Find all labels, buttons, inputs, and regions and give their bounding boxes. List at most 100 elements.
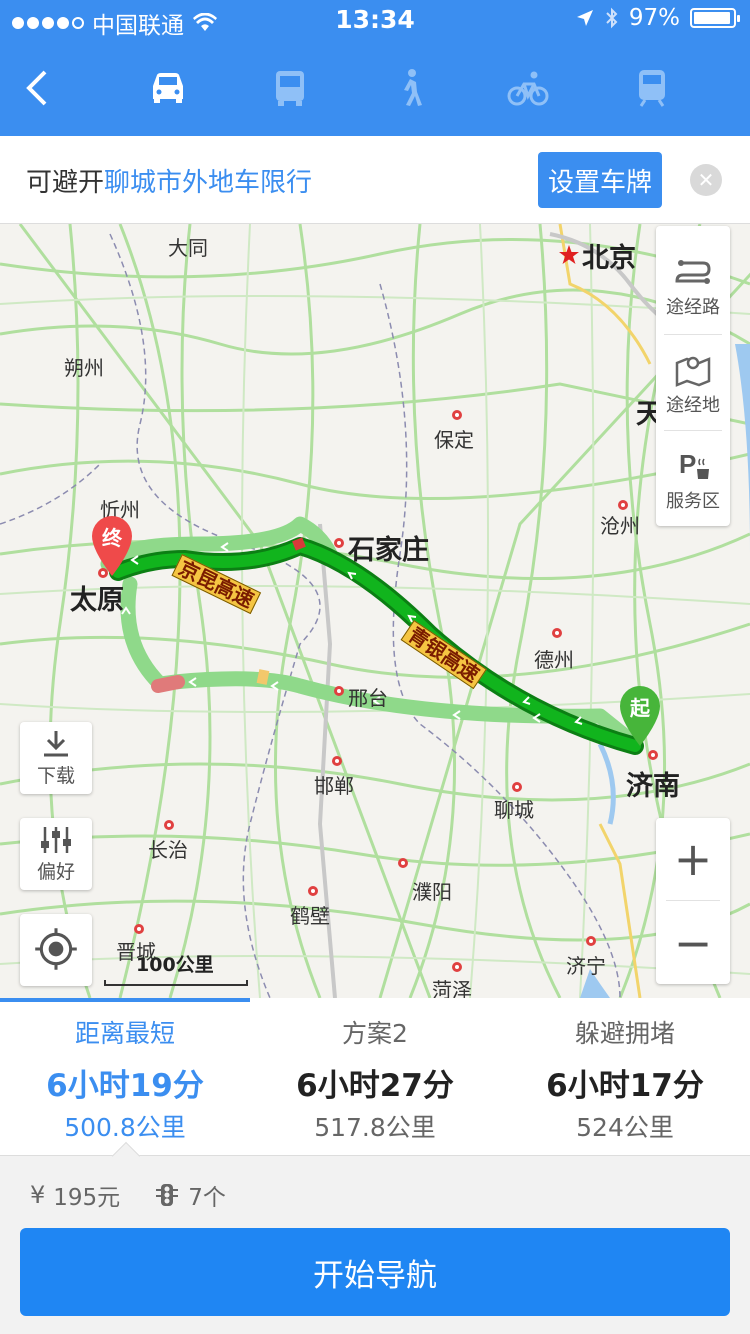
location-arrow-icon (576, 10, 593, 26)
zoom-control: + − (656, 818, 730, 984)
city-dot (334, 686, 344, 696)
route-name: 距离最短 (74, 1019, 175, 1048)
close-banner-button[interactable]: ✕ (690, 164, 722, 196)
city-dot (648, 750, 658, 760)
divider (664, 334, 722, 335)
scale-label: 100公里 (136, 954, 214, 976)
route-options: 距离最短 6小时19分 500.8公里 方案2 6小时27分 517.8公里 躲… (0, 998, 750, 1156)
city-dot (586, 936, 596, 946)
zoom-out-button[interactable]: − (656, 902, 730, 984)
route-distance: 517.8公里 (314, 1113, 436, 1142)
restriction-prefix: 可避开 (26, 168, 105, 198)
start-marker[interactable]: 起 (616, 684, 664, 748)
city-dot (308, 886, 318, 896)
city-xingtai: 邢台 (348, 686, 388, 710)
map-view[interactable]: 京昆高速 青银高速 大同 北京 朔州 保定 天 忻州 石家庄 沧州 太原 德州 … (0, 224, 750, 998)
city-changzhi: 长治 (148, 838, 188, 862)
city-shuozhou: 朔州 (64, 356, 104, 380)
city-dot (618, 500, 628, 510)
divider (666, 900, 720, 901)
download-icon (44, 730, 68, 756)
route-duration: 6小时27分 (296, 1068, 454, 1104)
transport-modes (0, 52, 750, 126)
traffic-light-icon (156, 1184, 179, 1206)
city-dot (452, 410, 462, 420)
city-dot (334, 538, 344, 548)
city-dot (398, 858, 408, 868)
download-button[interactable]: 下载 (20, 722, 92, 794)
top-bar: 中国联通 13:34 97% (0, 0, 750, 136)
mode-car[interactable] (142, 64, 194, 112)
route-info: ¥ 195元 7个 (30, 1178, 226, 1212)
restriction-text: 可避开聊城市外地车限行 (26, 162, 312, 199)
divider (664, 430, 722, 431)
route-distance: 524公里 (576, 1113, 674, 1142)
route-option-shortest[interactable]: 距离最短 6小时19分 500.8公里 (0, 998, 250, 1156)
city-shijiazhuang: 石家庄 (348, 535, 429, 566)
city-dot (164, 820, 174, 830)
mode-bike[interactable] (502, 64, 554, 112)
city-hebi: 鹤壁 (290, 904, 330, 928)
chevron-left-icon (26, 70, 47, 106)
start-marker-label: 起 (630, 696, 650, 720)
city-dot (332, 756, 342, 766)
map-scale: 100公里 (104, 950, 250, 988)
route-name: 躲避拥堵 (574, 1019, 675, 1048)
service-area-button[interactable]: P 服务区 (656, 432, 730, 528)
service-area-label: 服务区 (666, 491, 720, 512)
set-plate-button[interactable]: 设置车牌 (538, 152, 662, 208)
city-dot (452, 962, 462, 972)
waypoint-place-label: 途经地 (666, 395, 720, 416)
route-distance: 500.8公里 (64, 1113, 186, 1142)
preference-button[interactable]: 偏好 (20, 818, 92, 890)
scale-bar (104, 980, 248, 986)
end-marker[interactable]: 终 (88, 514, 136, 578)
download-label: 下载 (36, 764, 75, 787)
locate-button[interactable] (20, 914, 92, 986)
map-place-icon (675, 356, 711, 387)
map-side-panel: 途经路 途经地 P 服务区 (656, 226, 730, 526)
bike-icon (507, 71, 549, 106)
city-dot (552, 628, 562, 638)
sliders-icon (41, 826, 71, 853)
mode-train[interactable] (626, 64, 678, 112)
waypoint-road-button[interactable]: 途经路 (656, 238, 730, 334)
battery-percent: 97% (628, 5, 680, 31)
svg-text:P: P (679, 449, 696, 479)
app-root: 中国联通 13:34 97% 可避开聊城市外地车限行 设置车牌 ✕ 京昆高速 青… (0, 0, 750, 1334)
train-icon (639, 70, 665, 107)
route-option-avoid-congestion[interactable]: 躲避拥堵 6小时17分 524公里 (500, 998, 750, 1156)
waypoint-place-button[interactable]: 途经地 (656, 336, 730, 432)
city-dot (512, 782, 522, 792)
end-marker-label: 终 (102, 526, 122, 550)
waypoint-road-label: 途经路 (666, 297, 720, 318)
city-dezhou: 德州 (534, 648, 574, 672)
back-button[interactable] (14, 64, 66, 112)
city-beijing: 北京 (582, 243, 636, 274)
yuan-icon: ¥ (30, 1181, 46, 1209)
zoom-in-button[interactable]: + (656, 818, 730, 900)
battery-icon (690, 8, 740, 28)
start-navigation-button[interactable]: 开始导航 (20, 1228, 730, 1316)
toll-fee: 195元 (53, 1185, 121, 1211)
close-icon: ✕ (697, 168, 715, 192)
traffic-light-count: 7个 (188, 1185, 226, 1211)
city-heze: 菏泽 (432, 978, 472, 998)
route-duration: 6小时17分 (546, 1068, 704, 1104)
mode-walk[interactable] (384, 64, 436, 112)
walk-icon (404, 69, 422, 106)
route-option-2[interactable]: 方案2 6小时27分 517.8公里 (250, 998, 500, 1156)
mode-bus[interactable] (264, 64, 316, 112)
status-bar: 中国联通 13:34 97% (0, 0, 750, 40)
city-handan: 邯郸 (314, 774, 354, 798)
route-icon (675, 260, 711, 284)
city-jining: 济宁 (566, 954, 606, 978)
restriction-link[interactable]: 聊城市外地车限行 (104, 168, 312, 198)
city-baoding: 保定 (434, 428, 474, 452)
capital-star-icon (559, 245, 579, 264)
route-duration: 6小时19分 (46, 1068, 204, 1104)
locate-icon (35, 928, 77, 970)
city-cangzhou: 沧州 (600, 514, 640, 538)
bus-icon (276, 71, 304, 106)
city-datong: 大同 (168, 236, 208, 260)
